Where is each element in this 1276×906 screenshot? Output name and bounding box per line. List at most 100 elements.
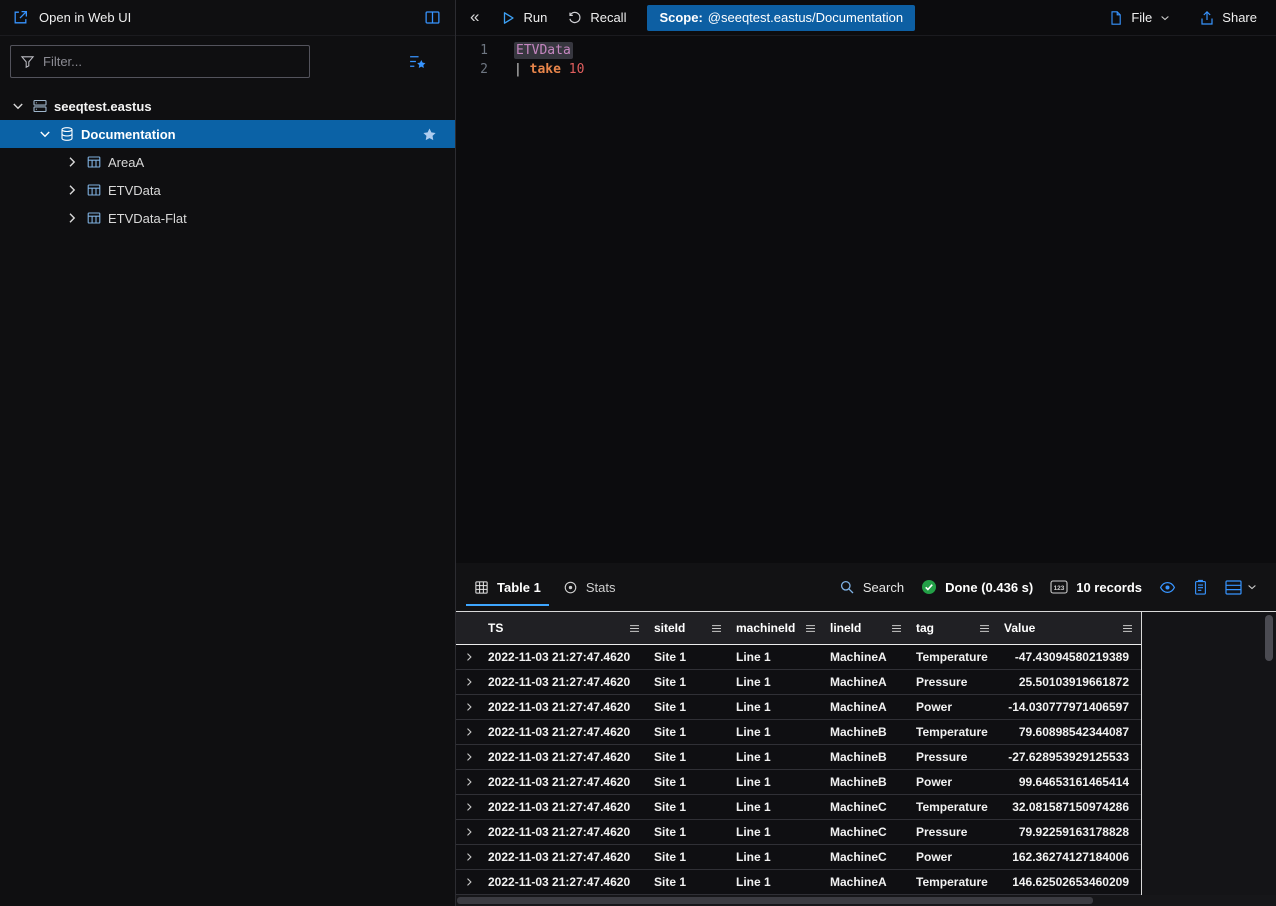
column-header-ts[interactable]: TS [482, 612, 648, 644]
share-icon [1199, 10, 1215, 26]
column-menu-icon[interactable] [628, 622, 641, 635]
chevron-down-icon [1159, 12, 1171, 24]
run-button[interactable]: Run [491, 6, 556, 30]
table-row[interactable]: 2022-11-03 21:27:47.4620Site 1Line 1Mach… [456, 770, 1141, 795]
cell: Pressure [910, 670, 998, 694]
column-header-lineid[interactable]: lineId [824, 612, 910, 644]
cell: 32.081587150974286 [998, 795, 1141, 819]
cell: 2022-11-03 21:27:47.4620 [482, 770, 648, 794]
column-header-siteid[interactable]: siteId [648, 612, 730, 644]
column-menu-icon[interactable] [804, 622, 817, 635]
search-button[interactable]: Search [839, 579, 904, 595]
search-icon [839, 579, 855, 595]
tab-stats[interactable]: Stats [555, 569, 624, 606]
horizontal-scrollbar-thumb[interactable] [457, 897, 1093, 904]
code-line: 1ETVData [456, 41, 1276, 60]
star-icon [422, 127, 437, 142]
vertical-scrollbar-thumb[interactable] [1265, 615, 1273, 661]
search-label: Search [863, 580, 904, 595]
row-expander-icon [463, 851, 475, 863]
row-expander[interactable] [456, 670, 482, 694]
column-menu-icon[interactable] [890, 622, 903, 635]
code-text: | take 10 [514, 60, 584, 79]
row-expander[interactable] [456, 820, 482, 844]
row-expander[interactable] [456, 745, 482, 769]
cell: Temperature [910, 720, 998, 744]
cell: Site 1 [648, 845, 730, 869]
table-row[interactable]: 2022-11-03 21:27:47.4620Site 1Line 1Mach… [456, 795, 1141, 820]
horizontal-scrollbar[interactable] [456, 895, 1276, 906]
table-row[interactable]: 2022-11-03 21:27:47.4620Site 1Line 1Mach… [456, 645, 1141, 670]
tree-item-areaa[interactable]: AreaA [0, 148, 455, 176]
row-expander[interactable] [456, 645, 482, 669]
row-expander[interactable] [456, 695, 482, 719]
chevron-down-icon [37, 126, 53, 142]
table-row[interactable]: 2022-11-03 21:27:47.4620Site 1Line 1Mach… [456, 720, 1141, 745]
row-expander-icon [463, 876, 475, 888]
toolbar-right: File Share [1099, 6, 1266, 30]
cell: MachineC [824, 820, 910, 844]
open-external-icon [12, 9, 29, 26]
row-expander[interactable] [456, 770, 482, 794]
table-row[interactable]: 2022-11-03 21:27:47.4620Site 1Line 1Mach… [456, 745, 1141, 770]
table-row[interactable]: 2022-11-03 21:27:47.4620Site 1Line 1Mach… [456, 820, 1141, 845]
star-icon[interactable] [422, 127, 437, 142]
table-icon [86, 182, 102, 198]
cell: 2022-11-03 21:27:47.4620 [482, 820, 648, 844]
tab-table-1-label: Table 1 [497, 580, 541, 595]
row-expander[interactable] [456, 720, 482, 744]
cell: Site 1 [648, 720, 730, 744]
tab-table-1[interactable]: Table 1 [466, 569, 549, 606]
column-menu-icon[interactable] [710, 622, 723, 635]
open-in-web-ui-button[interactable]: Open in Web UI [12, 9, 131, 26]
layout-menu-button[interactable] [1225, 580, 1258, 595]
cell: MachineB [824, 770, 910, 794]
database-tree: seeqtest.eastusDocumentationAreaAETVData… [0, 92, 455, 232]
row-expander-icon [463, 826, 475, 838]
scope-value: @seeqtest.eastus/Documentation [708, 10, 903, 25]
column-menu-icon[interactable] [1121, 622, 1134, 635]
row-expander-icon [463, 751, 475, 763]
clipboard-icon[interactable] [1193, 579, 1208, 596]
cell: MachineA [824, 870, 910, 894]
scope-badge[interactable]: Scope: @seeqtest.eastus/Documentation [647, 5, 915, 31]
share-label: Share [1222, 10, 1257, 25]
query-editor[interactable]: 1ETVData2| take 10 [456, 36, 1276, 563]
split-editor-icon[interactable] [424, 9, 441, 26]
column-header-machineid[interactable]: machineId [730, 612, 824, 644]
tree-item-etvdata-flat[interactable]: ETVData-Flat [0, 204, 455, 232]
row-expander[interactable] [456, 870, 482, 894]
filter-row [0, 36, 455, 84]
chevron-down-icon [1246, 581, 1258, 593]
collapse-panel-button[interactable]: « [460, 7, 489, 29]
tree-item-etvdata[interactable]: ETVData [0, 176, 455, 204]
cell: 2022-11-03 21:27:47.4620 [482, 670, 648, 694]
cell: Line 1 [730, 645, 824, 669]
favorites-filter-icon[interactable] [408, 52, 427, 71]
table-row[interactable]: 2022-11-03 21:27:47.4620Site 1Line 1Mach… [456, 695, 1141, 720]
filter-input-wrapper [10, 45, 310, 78]
column-menu-icon[interactable] [978, 622, 991, 635]
recall-button[interactable]: Recall [558, 6, 635, 30]
share-button[interactable]: Share [1190, 6, 1266, 30]
tree-item-documentation[interactable]: Documentation [0, 120, 455, 148]
table-row[interactable]: 2022-11-03 21:27:47.4620Site 1Line 1Mach… [456, 845, 1141, 870]
tree-item-seeqtest.eastus[interactable]: seeqtest.eastus [0, 92, 455, 120]
column-header-value[interactable]: Value [998, 612, 1141, 644]
cell: Line 1 [730, 670, 824, 694]
table-row[interactable]: 2022-11-03 21:27:47.4620Site 1Line 1Mach… [456, 670, 1141, 695]
cell: 2022-11-03 21:27:47.4620 [482, 745, 648, 769]
tree-item-label: Documentation [81, 127, 176, 142]
filter-input[interactable] [43, 54, 300, 69]
column-header-tag[interactable]: tag [910, 612, 998, 644]
cell: Site 1 [648, 770, 730, 794]
table-row[interactable]: 2022-11-03 21:27:47.4620Site 1Line 1Mach… [456, 870, 1141, 895]
row-expander[interactable] [456, 845, 482, 869]
eye-icon[interactable] [1159, 579, 1176, 596]
cluster-icon [32, 98, 48, 114]
row-expander[interactable] [456, 795, 482, 819]
file-menu-button[interactable]: File [1099, 6, 1180, 30]
cell: 162.36274127184006 [998, 845, 1141, 869]
row-expander-icon [463, 701, 475, 713]
vertical-scrollbar[interactable] [1265, 615, 1273, 892]
